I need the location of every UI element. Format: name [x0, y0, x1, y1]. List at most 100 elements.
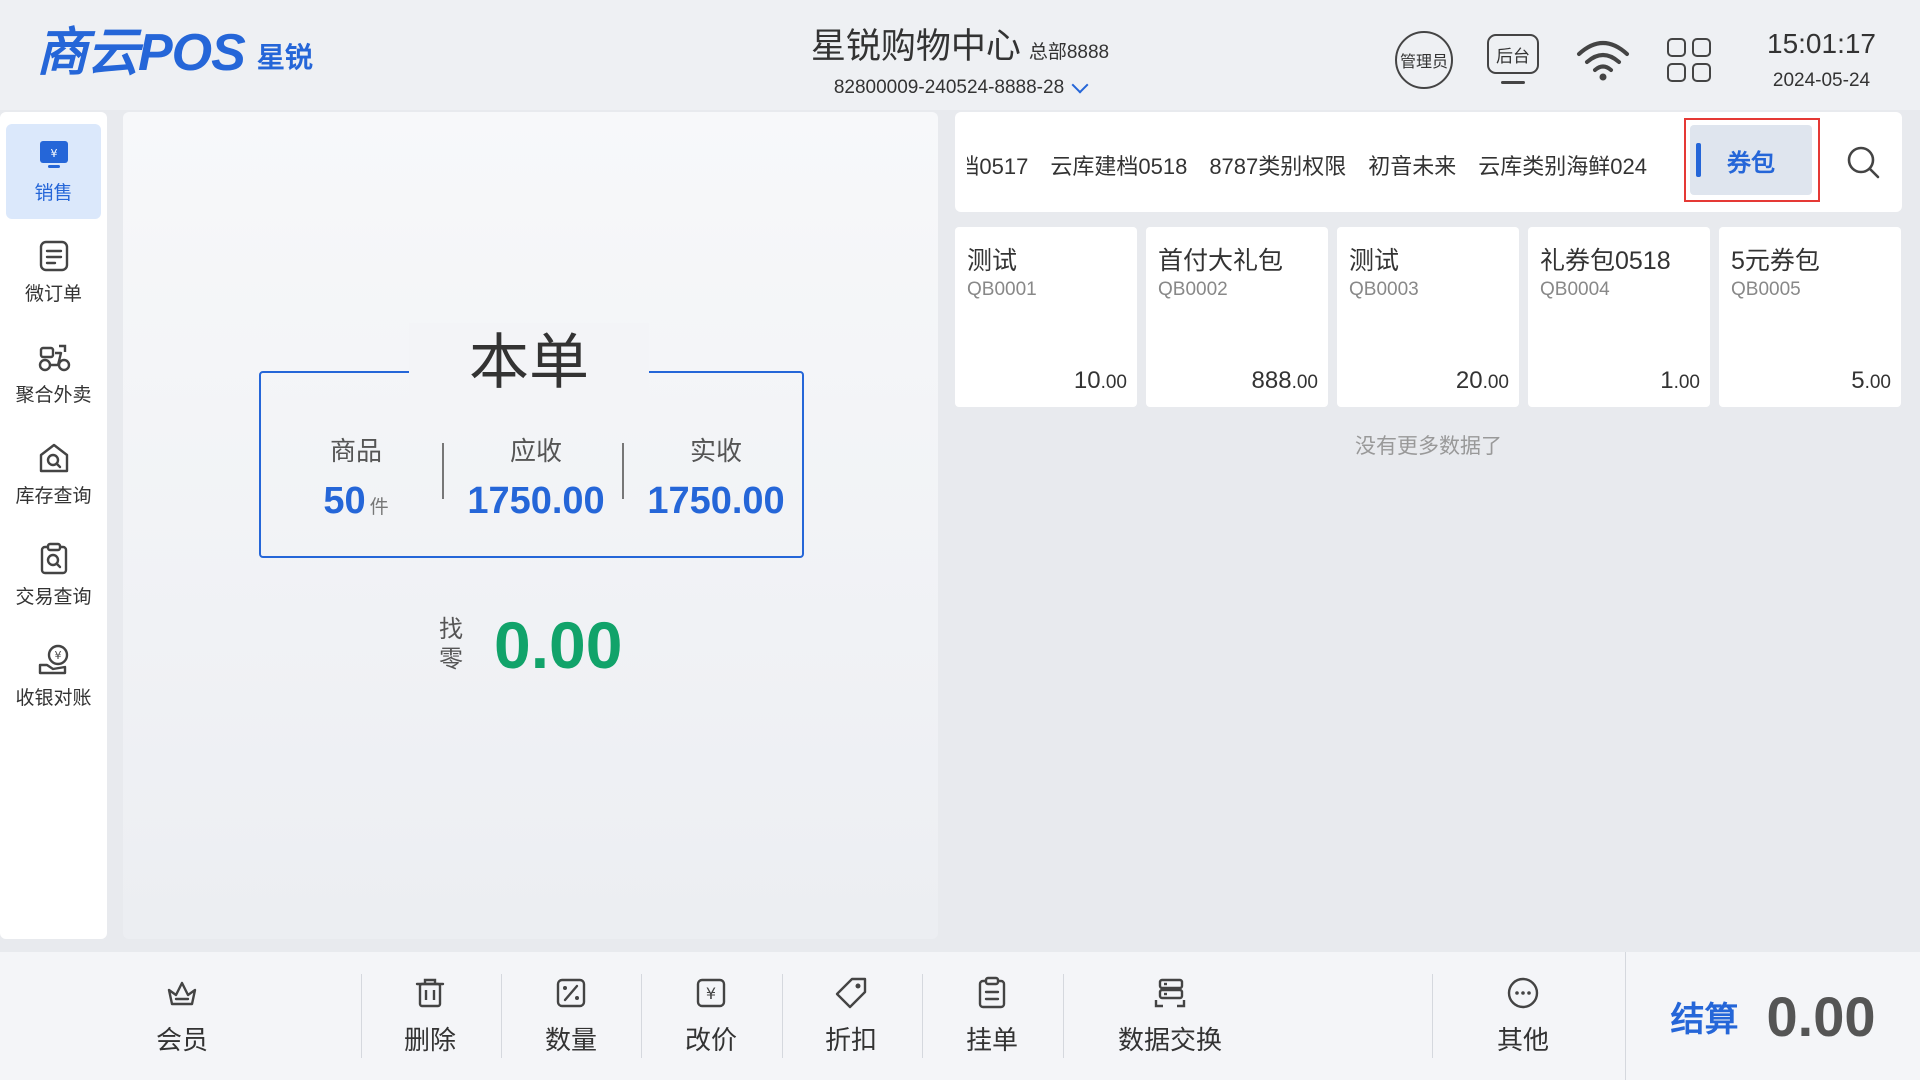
coupon-price-dec: .00 — [1482, 372, 1509, 393]
receivable-label: 应收 — [509, 436, 562, 466]
hold-order-label: 挂单 — [965, 1024, 1018, 1055]
discount-button[interactable]: 折扣 — [801, 952, 901, 1080]
wifi-icon[interactable] — [1575, 38, 1631, 82]
sidebar-label-transaction: 交易查询 — [15, 587, 92, 608]
coupon-card[interactable]: 测试 QB0003 20.00 — [1337, 227, 1519, 407]
sidebar-item-micro-order[interactable]: 微订单 — [6, 225, 101, 320]
coupon-price-dec: .00 — [1291, 372, 1318, 393]
sidebar-label-reconcile: 收银对账 — [15, 688, 92, 709]
change-price-button[interactable]: ¥ 改价 — [661, 952, 761, 1080]
coupon-price-int: 1 — [1660, 367, 1674, 394]
no-more-data-text: 没有更多数据了 — [1355, 435, 1502, 458]
sidebar-item-reconcile[interactable]: ¥ 收银对账 — [6, 629, 101, 724]
received-label: 实收 — [689, 436, 742, 466]
member-label: 会员 — [155, 1024, 208, 1055]
category-bar: 建档0517 云库建档0518 8787类别权限 初音未来 云库类别海鲜024 … — [955, 112, 1902, 212]
logo-sub-text: 星锐 — [256, 42, 313, 73]
sidebar-label-micro-order: 微订单 — [24, 284, 82, 305]
sales-icon: ¥ — [39, 141, 68, 168]
change-amount: 0.00 — [494, 608, 623, 682]
order-number-selector[interactable]: 82800009-240524-8888-28 — [700, 76, 1220, 99]
coupon-card[interactable]: 测试 QB0001 10.00 — [955, 227, 1137, 407]
category-item-coupon-pack[interactable]: 券包 — [1690, 125, 1812, 195]
hold-order-button[interactable]: 挂单 — [942, 952, 1042, 1080]
coupon-price-int: 5 — [1851, 367, 1865, 394]
quantity-icon — [556, 978, 586, 1007]
quantity-button[interactable]: 数量 — [521, 952, 621, 1080]
coupon-price-int: 20 — [1455, 367, 1483, 394]
search-icon[interactable] — [1845, 144, 1881, 180]
app-logo: 商云POS 星锐 — [36, 24, 313, 82]
coupon-card[interactable]: 5元券包 QB0005 5.00 — [1719, 227, 1901, 407]
header: 商云POS 星锐 星锐购物中心 总部8888 82800009-240524-8… — [0, 0, 1920, 110]
discount-tag-icon — [835, 977, 867, 1008]
coupon-name: 测试 — [1349, 247, 1400, 275]
crown-icon — [167, 981, 197, 1005]
data-exchange-button[interactable]: 数据交换 — [1105, 952, 1235, 1080]
member-button[interactable]: 会员 — [132, 952, 232, 1080]
coupon-card[interactable]: 礼券包0518 QB0004 1.00 — [1528, 227, 1710, 407]
admin-label: 管理员 — [1399, 54, 1448, 71]
inventory-icon — [39, 443, 68, 473]
quantity-label: 数量 — [544, 1024, 597, 1055]
coupon-name: 5元券包 — [1731, 247, 1820, 275]
items-label: 商品 — [329, 436, 382, 466]
trash-icon — [415, 978, 445, 1007]
delivery-icon — [38, 344, 70, 372]
reconcile-icon: ¥ — [38, 644, 68, 675]
svg-text:¥: ¥ — [706, 984, 716, 1003]
category-item[interactable]: 云库类别海鲜024 — [1478, 149, 1647, 181]
other-label: 其他 — [1496, 1024, 1549, 1055]
coupon-code: QB0003 — [1349, 279, 1419, 300]
checkout-label: 结算 — [1670, 1000, 1739, 1039]
coupon-price-dec: .00 — [1673, 372, 1700, 393]
coupon-code: QB0002 — [1158, 279, 1228, 300]
delete-button[interactable]: 删除 — [380, 952, 480, 1080]
summary-items: 商品 50 件 — [271, 431, 441, 523]
delete-label: 删除 — [403, 1024, 456, 1055]
category-item[interactable]: 初音未来 — [1368, 149, 1456, 181]
coupon-price: 1.00 — [1660, 367, 1700, 395]
store-name: 星锐购物中心 — [810, 27, 1021, 66]
summary-received: 实收 1750.00 — [631, 431, 801, 523]
coupon-name: 礼券包0518 — [1540, 247, 1671, 275]
sidebar-label-inventory: 库存查询 — [15, 486, 92, 507]
transaction-icon — [40, 542, 67, 575]
category-scroll[interactable]: 建档0517 云库建档0518 8787类别权限 初音未来 云库类别海鲜024 — [967, 112, 1647, 212]
coupon-name: 首付大礼包 — [1158, 247, 1284, 275]
sidebar-item-inventory[interactable]: 库存查询 — [6, 427, 101, 522]
checkout-button[interactable]: 结算 0.00 — [1625, 952, 1920, 1080]
more-icon — [1507, 977, 1539, 1008]
store-info: 星锐购物中心 总部8888 82800009-240524-8888-28 — [700, 18, 1220, 99]
category-item[interactable]: 建档0517 — [967, 149, 1028, 181]
receivable-amount: 1750.00 — [467, 480, 605, 522]
coupon-price: 5.00 — [1851, 367, 1891, 395]
sidebar-item-delivery[interactable]: 聚合外卖 — [6, 326, 101, 421]
discount-label: 折扣 — [824, 1024, 877, 1055]
sidebar-item-transaction[interactable]: 交易查询 — [6, 528, 101, 623]
price-tag-icon: ¥ — [696, 978, 726, 1007]
data-exchange-label: 数据交换 — [1117, 1024, 1222, 1055]
coupon-card[interactable]: 首付大礼包 QB0002 888.00 — [1146, 227, 1328, 407]
coupon-price: 20.00 — [1456, 367, 1509, 395]
chevron-down-icon — [1071, 76, 1089, 94]
coupon-code: QB0005 — [1731, 279, 1801, 300]
sidebar-item-sales[interactable]: ¥ 销售 — [6, 124, 101, 219]
category-item[interactable]: 8787类别权限 — [1209, 149, 1346, 181]
svg-text:¥: ¥ — [54, 649, 61, 662]
clock: 15:01:17 2024-05-24 — [1767, 28, 1876, 92]
backend-button[interactable]: 后台 — [1487, 34, 1539, 86]
order-panel: 本单 商品 50 件 应收 1750.00 实收 1750.00 找零 0.00 — [123, 112, 938, 939]
coupon-price: 888.00 — [1252, 367, 1318, 395]
coupon-grid: 测试 QB0001 10.00 首付大礼包 QB0002 888.00 测试 Q… — [955, 227, 1902, 407]
micro-order-icon — [39, 240, 68, 272]
active-category-label: 券包 — [1727, 149, 1775, 177]
svg-text:¥: ¥ — [50, 147, 57, 160]
apps-grid-icon[interactable] — [1667, 38, 1711, 82]
coupon-price-dec: .00 — [1100, 372, 1127, 393]
admin-button[interactable]: 管理员 — [1395, 31, 1453, 89]
active-category-indicator — [1696, 143, 1701, 177]
other-button[interactable]: 其他 — [1473, 952, 1573, 1080]
coupon-price-int: 10 — [1073, 367, 1101, 394]
category-item[interactable]: 云库建档0518 — [1050, 149, 1187, 181]
